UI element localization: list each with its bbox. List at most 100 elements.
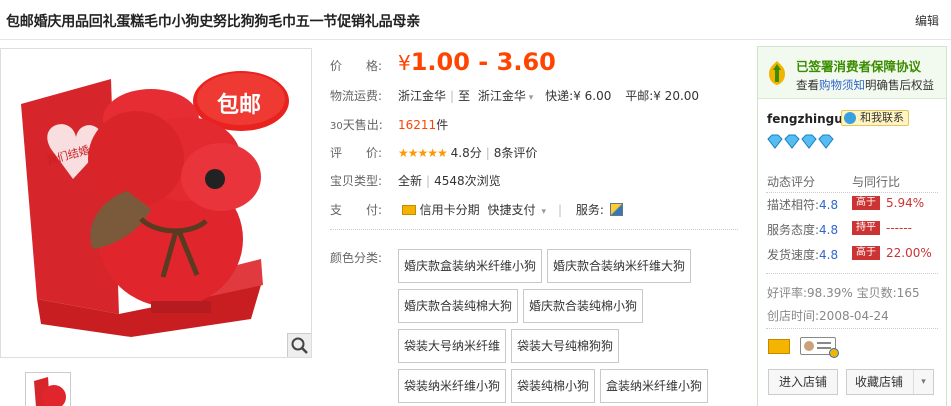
- compare-badge: 持平: [852, 221, 880, 235]
- guarantee-subtitle: 查看购物须知明确售后权益: [796, 77, 934, 93]
- thumbnail-1[interactable]: [25, 372, 71, 406]
- type-row: 宝贝类型: 全新 | 4548次浏览: [330, 174, 501, 188]
- score-label: 服务态度:: [767, 223, 820, 237]
- compare-percent: 22.00%: [886, 246, 932, 260]
- thumbnail-image: [26, 373, 70, 406]
- sku-option[interactable]: 袋装纳米纤维小狗: [398, 369, 507, 403]
- quick-pay[interactable]: 快捷支付: [488, 203, 536, 217]
- sku-label: 颜色分类:: [330, 251, 383, 265]
- service-label: 服务:: [575, 203, 604, 217]
- item-condition: 全新: [398, 174, 423, 188]
- chevron-down-icon: ▾: [541, 207, 547, 217]
- sku-option[interactable]: 婚庆款合装纳米纤维大狗: [547, 249, 692, 283]
- payment-row: 支 付: 信用卡分期 快捷支付 ▾ | 服务:: [330, 201, 623, 218]
- score-header: 动态评分: [767, 175, 816, 189]
- review-link[interactable]: 8条评价: [494, 146, 538, 160]
- edit-link[interactable]: 编辑: [915, 12, 939, 29]
- guarantee-title: 已签署消费者保障协议: [796, 59, 922, 74]
- rating-row: 评 价: ★★★★★ 4.8分 | 8条评价: [330, 146, 538, 160]
- credit-card-icon[interactable]: [768, 338, 790, 354]
- compare-header: 与同行比: [852, 175, 901, 189]
- score-row: 发货速度:4.8: [767, 246, 838, 263]
- shipping-row: 物流运费: 浙江金华 | 至 浙江金华 ▾ 快递:¥ 6.00 平邮:¥ 20.00: [330, 89, 700, 103]
- sales-row: 30天售出: 16211件: [330, 116, 448, 133]
- view-count: 4548次浏览: [434, 174, 501, 188]
- id-verified-icon[interactable]: [799, 337, 839, 358]
- guarantee-link[interactable]: 购物须知: [819, 78, 865, 92]
- score-value: 4.8: [819, 248, 839, 262]
- shipping-label: 物流运费:: [330, 89, 383, 103]
- normal-price: ¥ 20.00: [653, 89, 700, 103]
- wangwang-icon: [844, 112, 856, 124]
- sku-option[interactable]: 袋装纯棉小狗: [511, 369, 596, 403]
- type-label: 宝贝类型:: [330, 174, 383, 188]
- shop-created: 创店时间:2008-04-24: [767, 309, 889, 323]
- chevron-down-icon[interactable]: ▾: [913, 370, 933, 394]
- sku-option[interactable]: 盒装纳米纤维小狗: [600, 369, 709, 403]
- good-rate: 好评率:98.39%: [767, 286, 853, 300]
- shop-card: 已签署消费者保障协议 查看购物须知明确售后权益 fengzhingu 和我联系 …: [757, 46, 947, 406]
- diamond-rank-icon: [767, 134, 834, 149]
- sku-option[interactable]: 婚庆款盒装纳米纤维小狗: [398, 249, 543, 283]
- sales-label: 天售出:: [342, 118, 383, 132]
- credit-installment[interactable]: 信用卡分期: [420, 203, 480, 217]
- magnifier-icon: [291, 337, 308, 354]
- sales-unit: 件: [436, 118, 449, 132]
- rating-score: 4.8分: [450, 146, 482, 160]
- guarantee-pre: 查看: [796, 78, 819, 92]
- score-row: 描述相符:4.8: [767, 196, 838, 213]
- item-title: 包邮婚庆用品回礼蛋糕毛巾小狗史努比狗狗毛巾五一节促销礼品母亲: [6, 14, 420, 30]
- express-label: 快递:: [545, 89, 574, 103]
- main-image[interactable]: 包邮 我们结婚: [0, 48, 312, 358]
- service-icon[interactable]: [609, 203, 623, 216]
- item-count: 宝贝数:165: [856, 286, 920, 300]
- score-label: 发货速度:: [767, 248, 820, 262]
- price-row: 价 格: ¥1.00 - 3.60: [330, 48, 556, 76]
- shop-badges: [768, 337, 839, 358]
- express-price: ¥ 6.00: [573, 89, 612, 103]
- divider: [766, 328, 938, 329]
- product-photo: [1, 49, 311, 357]
- compare-percent: 5.94%: [886, 196, 925, 210]
- compare-badge: 高于: [852, 246, 880, 260]
- star-rating-icon: ★★★★★: [398, 146, 448, 160]
- favorite-shop-label: 收藏店铺: [855, 375, 904, 389]
- sku-option[interactable]: 婚庆款合装纯棉大狗: [398, 289, 519, 323]
- score-row: 服务态度:4.8: [767, 221, 838, 238]
- guarantee-banner: 已签署消费者保障协议 查看购物须知明确售后权益: [758, 47, 946, 99]
- ship-from: 浙江金华: [398, 89, 447, 103]
- contact-button[interactable]: 和我联系: [841, 110, 909, 126]
- rating-label: 评 价:: [330, 146, 383, 160]
- divider: [330, 229, 738, 230]
- price-value: 1.00 - 3.60: [410, 48, 556, 76]
- shop-stats: 好评率:98.39% 宝贝数:165: [767, 284, 920, 301]
- chevron-down-icon: ▾: [525, 93, 534, 103]
- divider: [766, 273, 938, 274]
- contact-label: 和我联系: [860, 111, 904, 124]
- guarantee-icon: [769, 61, 785, 85]
- payment-label: 支 付:: [330, 203, 383, 217]
- divider: [766, 192, 938, 193]
- sales-count: 16211: [398, 118, 437, 132]
- score-value: 4.8: [819, 198, 839, 212]
- promo-badge: 包邮: [217, 93, 262, 118]
- favorite-shop-button[interactable]: 收藏店铺 ▾: [846, 369, 934, 395]
- currency-symbol: ¥: [398, 51, 411, 75]
- credit-card-icon: [401, 205, 416, 215]
- score-label: 描述相符:: [767, 198, 820, 212]
- seller-name[interactable]: fengzhingu: [767, 112, 843, 126]
- sku-option[interactable]: 婚庆款合装纯棉小狗: [523, 289, 644, 323]
- compare-badge: 高于: [852, 196, 880, 210]
- sku-option[interactable]: 袋装大号纳米纤维: [398, 329, 507, 363]
- zoom-button[interactable]: [287, 333, 311, 357]
- score-value: 4.8: [819, 223, 839, 237]
- sales-period: 30: [330, 121, 343, 132]
- guarantee-post: 明确售后权益: [865, 78, 934, 92]
- price-label: 价 格:: [330, 59, 383, 73]
- normal-label: 平邮:: [625, 89, 654, 103]
- enter-shop-button[interactable]: 进入店铺: [768, 369, 838, 395]
- ship-to-select[interactable]: 浙江金华: [478, 89, 526, 103]
- sku-option[interactable]: 袋装大号纯棉狗狗: [511, 329, 620, 363]
- compare-percent: ------: [886, 221, 912, 235]
- title-bar: 包邮婚庆用品回礼蛋糕毛巾小狗史努比狗狗毛巾五一节促销礼品母亲 编辑: [0, 0, 951, 40]
